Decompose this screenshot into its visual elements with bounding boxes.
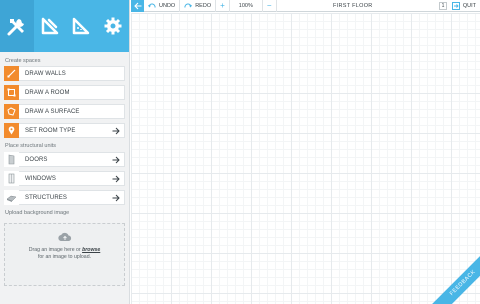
tab-tools[interactable] [0,0,34,52]
window-icon [4,171,19,186]
draw-surface-button[interactable]: DRAW A SURFACE [4,104,125,119]
upload-text-after: for an image to upload. [37,254,92,260]
quit-label: QUIT [462,3,476,9]
redo-label: REDO [195,2,212,9]
sidebar: Create spaces DRAW WALLS DRAW A ROOM DRA… [0,0,130,304]
arrow-right-icon [112,194,120,202]
draw-walls-label: DRAW WALLS [25,70,66,77]
structures-label: STRUCTURES [25,194,68,201]
upload-text-before: Drag an image here or [28,247,81,253]
structures-button[interactable]: STRUCTURES [4,190,125,205]
upload-instructions: Drag an image here or browse for an imag… [5,247,124,261]
undo-button[interactable]: UNDO [144,0,181,12]
floor-plan-canvas[interactable] [131,13,480,304]
back-button[interactable] [131,0,144,12]
arrow-right-icon [112,175,120,183]
upload-title: Upload background image [5,210,70,216]
minus-icon: − [266,1,272,10]
floor-number-badge[interactable]: 1 [439,2,447,10]
exit-icon [451,2,460,10]
tab-settings[interactable] [97,0,129,52]
arrow-left-icon [133,2,141,9]
set-room-type-label: SET ROOM TYPE [25,127,76,134]
redo-icon [184,2,193,8]
arrow-right-icon [112,127,120,135]
undo-icon [148,2,156,8]
zoom-in-button[interactable]: + [216,0,230,12]
ruler-triangle-icon [73,17,90,35]
zoom-out-button[interactable]: − [263,0,277,12]
windows-label: WINDOWS [25,175,57,182]
structure-icon [4,190,19,205]
doors-label: DOORS [25,156,48,163]
windows-button[interactable]: WINDOWS [4,171,125,186]
door-icon [4,152,19,167]
quit-button[interactable]: QUIT [451,0,476,12]
location-pin-icon [4,123,19,138]
set-room-type-button[interactable]: SET ROOM TYPE [4,123,125,138]
zoom-value: 100% [238,2,253,9]
undo-label: UNDO [159,2,176,9]
zoom-level: 100% [230,0,263,12]
draw-room-icon [4,85,19,100]
create-spaces-title: Create spaces [5,58,41,64]
doors-button[interactable]: DOORS [4,152,125,167]
structural-units-title: Place structural units [5,143,57,149]
plus-icon: + [220,1,225,10]
sidebar-tabs [0,0,129,52]
floor-title[interactable]: FIRST FLOOR [333,0,373,12]
tab-draw[interactable] [34,0,66,52]
set-square-icon [41,17,58,35]
arrow-right-icon [112,156,120,164]
draw-surface-icon [4,104,19,119]
tab-measure[interactable] [65,0,97,52]
tools-icon [7,19,24,36]
draw-walls-icon [4,66,19,81]
cloud-upload-icon [57,232,71,242]
draw-surface-label: DRAW A SURFACE [25,108,80,115]
top-toolbar: UNDO REDO + 100% − FIRST FLOOR 1 QUIT [131,0,480,12]
redo-button[interactable]: REDO [180,0,217,12]
draw-room-button[interactable]: DRAW A ROOM [4,85,125,100]
browse-link[interactable]: browse [82,247,100,253]
gear-icon [104,17,122,35]
upload-dropzone[interactable]: Drag an image here or browse for an imag… [4,223,125,286]
draw-room-label: DRAW A ROOM [25,89,70,96]
draw-walls-button[interactable]: DRAW WALLS [4,66,125,81]
